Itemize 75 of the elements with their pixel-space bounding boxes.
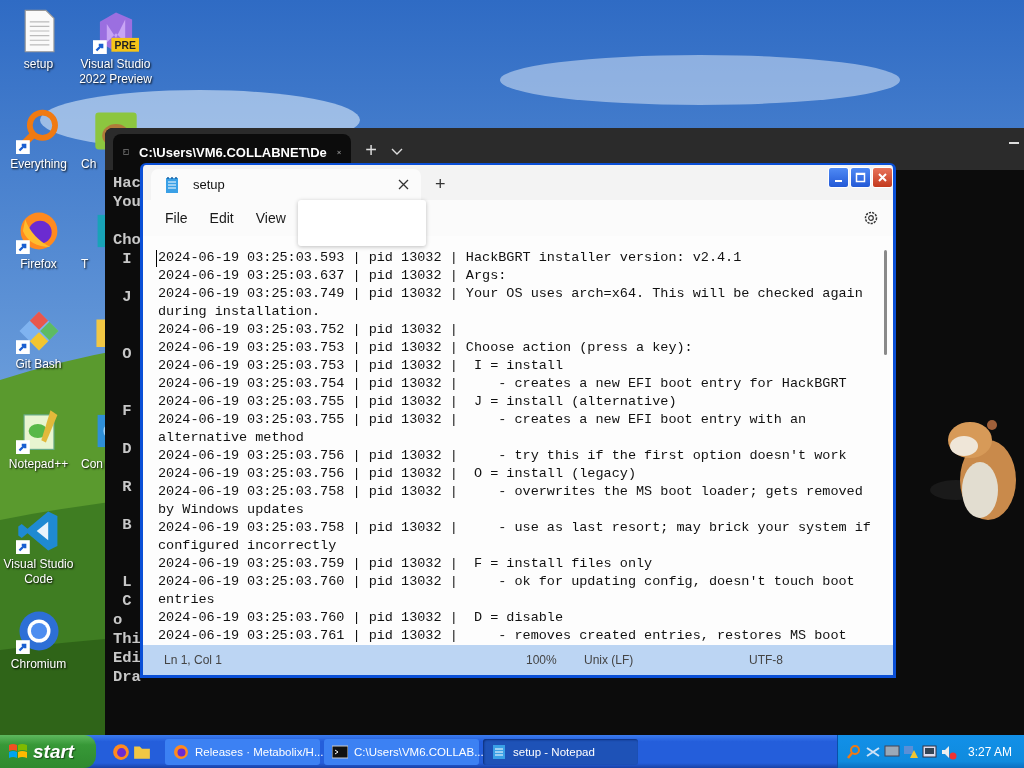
zoom-level: 100% [526, 653, 557, 667]
fox-icon[interactable] [112, 742, 130, 761]
clock: 3:27 AM [967, 744, 1012, 759]
terminal-line: Edi [113, 649, 141, 668]
terminal-line: O [121, 345, 132, 364]
icon-label[interactable]: Con [81, 457, 103, 472]
terminal-line: Thi [113, 630, 141, 649]
icon-label[interactable]: setup [0, 57, 77, 72]
log-line: 2024-06-19 03:25:03.759 | pid 13032 | F = install files only [158, 555, 654, 573]
log-line: 2024-06-19 03:25:03.760 | pid 13032 | - ok for updating config, doesn't touch boot entries [158, 573, 856, 609]
log-line: 2024-06-19 03:25:03.758 | pid 13032 | - use as last resort; may brick your system if configured incorrectly [158, 519, 872, 555]
menu-item[interactable]: View [245, 206, 296, 230]
text-editor[interactable] [143, 236, 893, 645]
terminal-line: L [121, 573, 132, 592]
terminal-line: J [121, 288, 132, 307]
terminal-line: I [121, 250, 132, 269]
scrollbar-thumb[interactable] [884, 250, 887, 355]
log-line: 2024-06-19 03:25:03.637 | pid 13032 | Args: [158, 267, 508, 285]
terminal-line: Cho [113, 231, 141, 250]
encoding: UTF-8 [749, 653, 783, 667]
log-line: 2024-06-19 03:25:03.755 | pid 13032 | J = install (alternative) [158, 393, 678, 411]
settings-icon[interactable] [863, 210, 879, 226]
icon-label[interactable]: T [81, 257, 89, 272]
new-tab-button[interactable]: + [357, 138, 385, 162]
icon-label[interactable]: Chromium [0, 657, 77, 672]
cursor-position: Ln 1, Col 1 [164, 653, 223, 667]
notepad-icon [491, 743, 507, 760]
flag-icon [8, 742, 28, 761]
close-icon [877, 172, 888, 183]
icon-label[interactable]: Ch [81, 157, 97, 172]
icon-label[interactable]: Visual Studio Code [0, 557, 77, 587]
close-icon[interactable] [398, 179, 409, 190]
file-tab[interactable]: setup [151, 169, 421, 200]
notepad-icon [165, 175, 179, 194]
log-line: 2024-06-19 03:25:03.753 | pid 13032 | I = install [158, 357, 565, 375]
log-line: 2024-06-19 03:25:03.749 | pid 13032 | Your OS uses arch=x64. This will be checked again during installation. [158, 285, 864, 321]
close-button[interactable] [872, 167, 893, 188]
terminal-line: B [121, 516, 132, 535]
log-line: 2024-06-19 03:25:03.760 | pid 13032 | D = disable [158, 609, 565, 627]
menu-item[interactable]: Edit [199, 206, 244, 230]
log-line: 2024-06-19 03:25:03.755 | pid 13032 | - creates a new EFI boot entry with an alternative method [158, 411, 808, 447]
log-line: 2024-06-19 03:25:03.758 | pid 13032 | - overwrites the MS boot loader; gets removed by Windows updates [158, 483, 864, 519]
fox-icon [173, 743, 189, 760]
maximize-icon [855, 172, 866, 183]
icon-label[interactable]: Firefox [0, 257, 77, 272]
maximize-button[interactable] [850, 167, 871, 188]
log-line: 2024-06-19 03:25:03.756 | pid 13032 | - try this if the first option doesn't work [158, 447, 848, 465]
log-line: 2024-06-19 03:25:03.754 | pid 13032 | - creates a new EFI boot entry for HackBGRT [158, 375, 848, 393]
icon-label[interactable]: Visual Studio 2022 Preview [77, 57, 154, 87]
log-line: 2024-06-19 03:25:03.761 | pid 13032 | - removes created entries, restores MS boot [158, 627, 848, 645]
terminal-line: F [121, 402, 132, 421]
menu-item[interactable]: File [155, 206, 198, 230]
terminal-line: o [113, 611, 123, 630]
taskbar-button[interactable]: setup - Notepad [483, 738, 638, 765]
start-button[interactable]: start [0, 735, 96, 768]
minimize-button[interactable] [828, 167, 849, 188]
log-line: 2024-06-19 03:25:03.756 | pid 13032 | O = install (legacy) [158, 465, 637, 483]
monitor-icon[interactable] [921, 743, 938, 760]
terminal-line: D [121, 440, 132, 459]
chevron-down-icon[interactable] [391, 148, 403, 156]
terminal-line: Hac [113, 174, 141, 193]
terminal-line: You [113, 193, 141, 212]
terminal-line: Dra [113, 668, 141, 687]
terminal-line: R [121, 478, 132, 497]
log-line: 2024-06-19 03:25:03.753 | pid 13032 | Choose action (press a key): [158, 339, 694, 357]
new-tab-button[interactable]: + [427, 169, 454, 200]
console-icon [332, 743, 348, 760]
line-endings: Unix (LF) [584, 653, 634, 667]
log-line: 2024-06-19 03:25:03.593 | pid 13032 | HackBGRT installer version: v2.4.1 [158, 249, 743, 267]
icon-label[interactable]: Everything [0, 157, 77, 172]
text-cursor [156, 250, 157, 267]
icon-label[interactable]: Notepad++ [0, 457, 77, 472]
minimize-icon [835, 179, 842, 182]
log-line: 2024-06-19 03:25:03.752 | pid 13032 | [158, 321, 459, 339]
terminal-line: C [121, 592, 132, 611]
